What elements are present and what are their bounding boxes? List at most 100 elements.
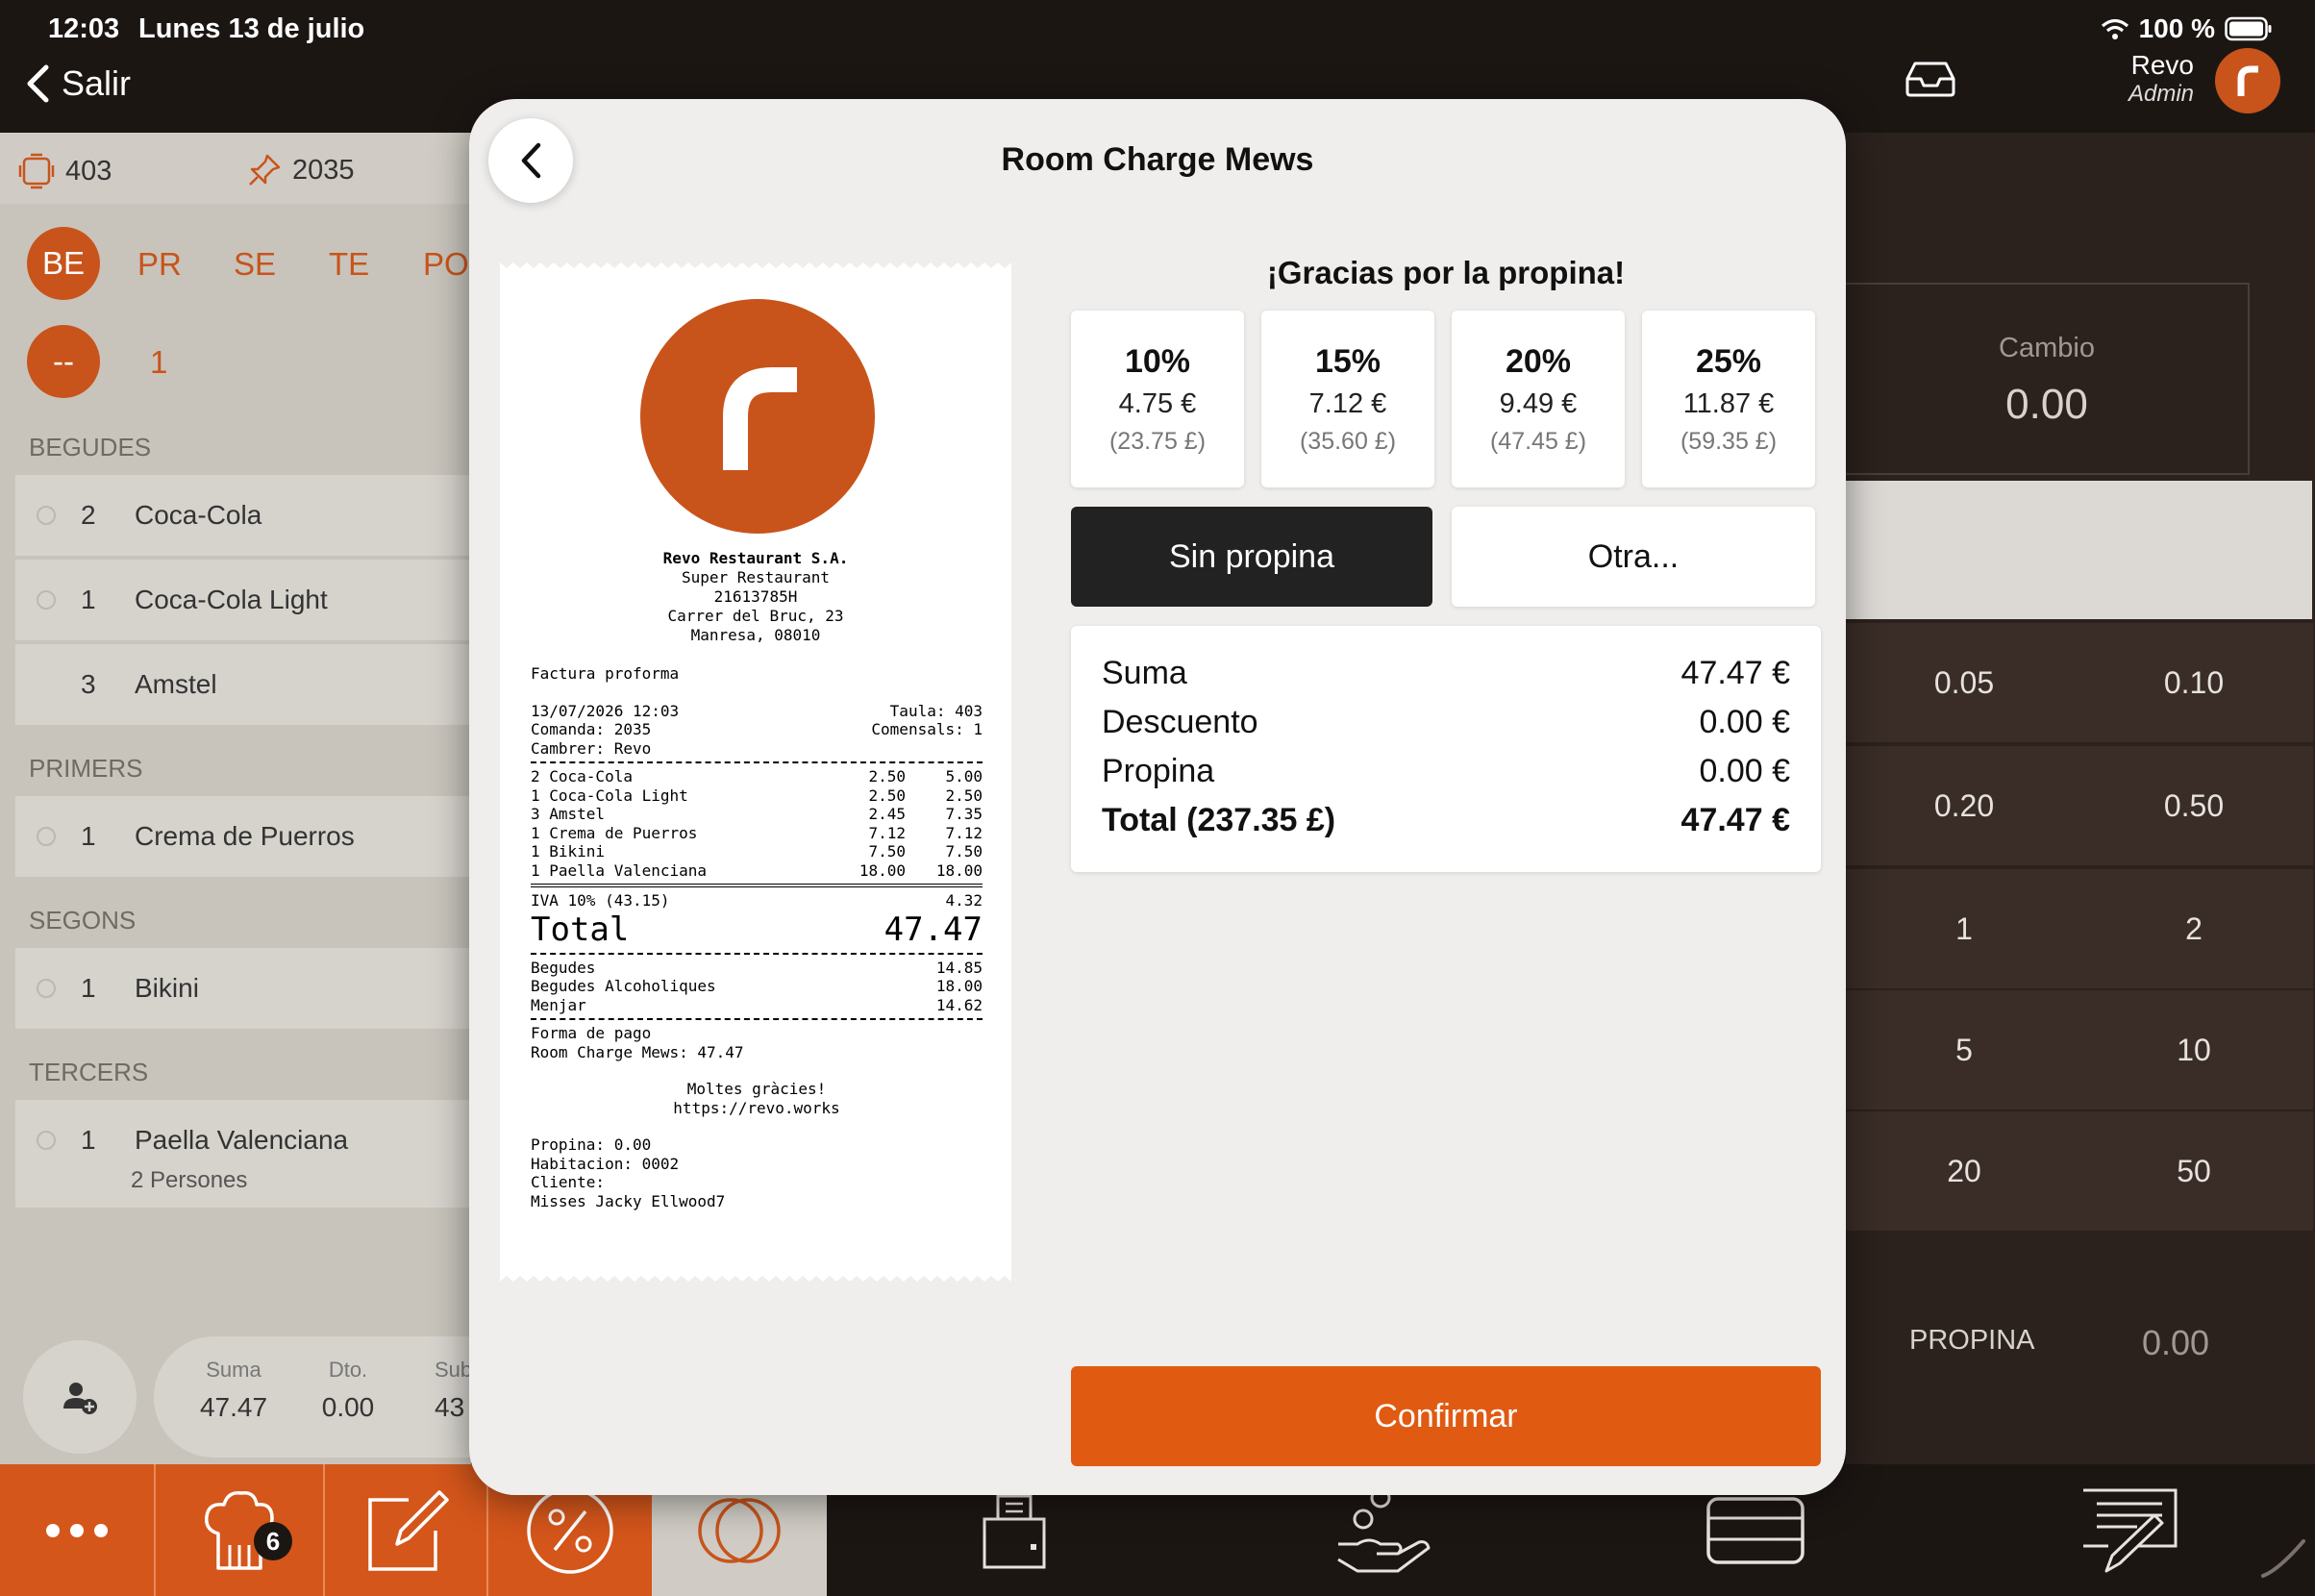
order-panel: 403 2035 BE PR SE TE PO -- 1 BEGUDES 2 C… [0,133,500,1464]
course-tab-be[interactable]: BE [27,227,100,300]
no-tip-button[interactable]: Sin propina [1071,507,1432,607]
tip-amount-gbp: (23.75 £) [1108,428,1207,455]
item-select-dot[interactable] [37,590,56,610]
receipt-client-label: Cliente: [531,1173,606,1191]
tip-percent: 25% [1695,343,1762,380]
denomination-key[interactable]: 0.10 [2075,623,2313,742]
receipt-company: Revo Restaurant S.A. [662,549,849,567]
order-item[interactable]: 1 Coca-Cola Light [15,560,471,640]
receipt-city: Manresa, 08010 [690,626,821,644]
diners-button[interactable]: -- [27,325,100,398]
denomination-key[interactable]: 2 [2075,869,2313,988]
receipt-category: Begudes 14.85 [531,958,983,977]
more-button[interactable] [0,1464,156,1596]
add-customer-button[interactable] [23,1340,137,1454]
receipt-line: 2 Coca-Cola 2.50 5.00 [531,767,983,786]
exit-label: Salir [62,63,132,103]
confirm-button[interactable]: Confirmar [1071,1366,1821,1466]
tip-option-20[interactable]: 20% 9.49 € (47.45 £) [1452,311,1625,487]
change-label: Cambio [1999,333,2095,363]
denomination-key[interactable]: 0.50 [2075,746,2313,865]
item-qty: 1 [81,585,96,614]
user-info[interactable]: Revo Admin [2128,50,2194,108]
tip-option-25[interactable]: 25% 11.87 € (59.35 £) [1642,311,1815,487]
order-number-info[interactable]: 2035 [246,152,355,188]
course-tab-se[interactable]: SE [234,246,276,283]
receipt-preview: Revo Restaurant S.A. Super Restaurant 21… [500,253,1011,1291]
item-select-dot[interactable] [37,506,56,525]
denomination-key[interactable]: 5 [1846,990,2082,1110]
course-tab-pr[interactable]: PR [137,246,182,283]
change-display: Cambio 0.00 [1846,283,2250,475]
receipt-total-value: 47.47 [884,910,983,949]
change-panel: Cambio 0.00 0.05 0.10 0.20 0.50 1 2 5 10… [1846,133,2315,1464]
order-item[interactable]: 3 Amstel [15,644,471,725]
receipt-line: 1 Bikini 7.50 7.50 [531,842,983,860]
item-select-dot[interactable] [37,1131,56,1150]
item-qty: 1 [81,973,96,1003]
receipt-payment-line: Room Charge Mews: 47.47 [531,1042,744,1061]
order-totals: Suma 47.47 Dto. 0.00 Sub 43 [154,1336,500,1458]
denomination-key[interactable]: 1 [1846,869,2082,988]
denomination-key[interactable]: 0.20 [1846,746,2082,865]
order-item[interactable]: 1 Crema de Puerros [15,796,471,877]
item-name: Paella Valenciana [135,1125,349,1155]
item-select-dot[interactable] [37,827,56,846]
tip-amount-eur: 9.49 € [1499,388,1578,419]
invoice-button[interactable] [2054,1464,2207,1596]
denomination-key[interactable]: 10 [2075,990,2313,1110]
denomination-key[interactable]: 20 [1846,1111,2082,1231]
summary-suma-label: Suma [1102,655,1187,691]
tip-amount-eur: 7.12 € [1308,388,1387,419]
receipt-total-label: Total [531,910,630,949]
section-title: TERCERS [29,1058,149,1086]
denomination-key[interactable]: 0.05 [1846,623,2082,742]
item-name: Coca-Cola Light [135,585,328,614]
summary-suma-value: 47.47 € [1680,655,1790,691]
tip-row[interactable]: PROPINA 0.00 [1846,1234,2315,1452]
tip-option-15[interactable]: 15% 7.12 € (35.60 £) [1261,311,1434,487]
section-title: SEGONS [29,906,137,935]
order-item[interactable]: 1 Paella Valenciana 2 Persones [15,1100,471,1208]
receipt-tip: Propina: 0.00 [531,1135,652,1154]
order-info-bar: 403 2035 [0,133,471,204]
inbox-tray-icon[interactable] [1904,60,1957,103]
avatar[interactable] [2215,48,2280,113]
table-icon [18,153,55,189]
more-dots-icon [46,1523,108,1537]
battery-icon [2225,16,2272,41]
receipt-table: Taula: 403 [889,701,983,720]
receipt-datetime: 13/07/2026 12:03 [531,701,680,720]
add-user-icon [63,1383,97,1414]
suma-value: 47.47 [199,1392,268,1422]
printer-icon [983,1494,1046,1568]
receipt-separator [531,952,983,955]
revo-logo [640,299,875,534]
item-select-dot[interactable] [37,979,56,998]
exit-button[interactable]: Salir [25,60,131,108]
kitchen-button[interactable]: 6 [156,1464,325,1596]
denomination-key[interactable]: 50 [2075,1111,2313,1231]
course-tab-te[interactable]: TE [329,246,369,283]
edit-note-icon [368,1489,449,1571]
edit-button[interactable] [325,1464,488,1596]
summary-total-label: Total (237.35 £) [1102,802,1336,838]
resize-handle-icon[interactable] [2259,1532,2307,1580]
order-item[interactable]: 2 Coca-Cola [15,475,471,556]
payment-summary: Suma 47.47 € Descuento 0.00 € Propina 0.… [1071,626,1821,872]
order-item[interactable]: 1 Bikini [15,948,471,1029]
coins-icon [698,1497,781,1563]
receipt-waiter: Cambrer: Revo [531,738,652,758]
battery-percent: 100 % [2138,13,2215,43]
tip-amount-eur: 4.75 € [1118,388,1197,419]
tip-option-10[interactable]: 10% 4.75 € (23.75 £) [1071,311,1244,487]
dialog-title: Room Charge Mews [1001,141,1314,178]
other-tip-button[interactable]: Otra... [1452,507,1815,607]
change-value: 0.00 [2005,381,2088,428]
table-info[interactable]: 403 [17,152,112,190]
course-tab-po[interactable]: PO [423,246,469,283]
tip-percent: 15% [1314,343,1382,380]
receipt-line: 1 Paella Valenciana 18.00 18.00 [531,860,983,880]
receipt-diners: Comensals: 1 [871,720,983,738]
receipt-category: Menjar 14.62 [531,995,983,1014]
